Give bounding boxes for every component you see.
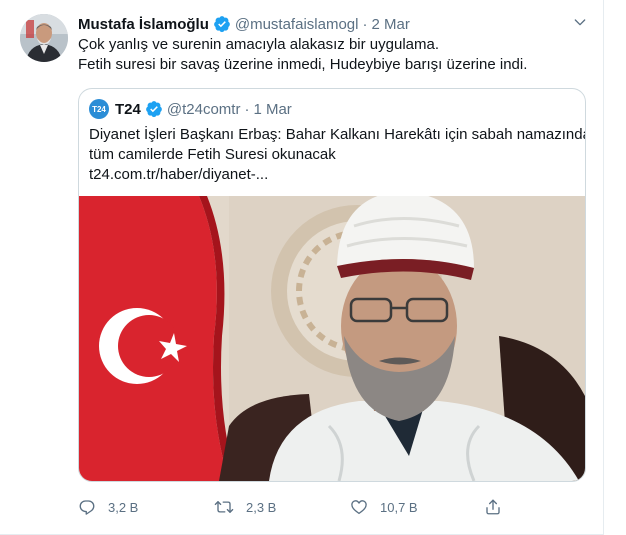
avatar[interactable] [20, 14, 68, 62]
retweet-button[interactable]: 2,3 B [214, 496, 276, 518]
quoted-tweet-text: Diyanet İşleri Başkanı Erbaş: Bahar Kalk… [89, 125, 586, 185]
quoted-avatar[interactable]: T24 [89, 99, 109, 119]
quoted-tweet-card[interactable]: T24 T24 @t24comtr · 1 Mar Diyanet İşleri… [78, 88, 586, 482]
chevron-down-icon[interactable] [570, 12, 590, 32]
photo-illustration [79, 196, 585, 481]
tweet-text-line: Fetih suresi bir savaş üzerine inmedi, H… [78, 56, 528, 73]
verified-badge-icon [213, 15, 231, 33]
quoted-tweet-text-line: tüm camilerde Fetih Suresi okunacak [89, 146, 336, 163]
author-handle[interactable]: @mustafaislamogl [235, 16, 359, 33]
quoted-tweet-header: T24 T24 @t24comtr · 1 Mar [89, 98, 292, 120]
timeline-right-border [603, 0, 604, 535]
quoted-tweet-text-line: Diyanet İşleri Başkanı Erbaş: Bahar Kalk… [89, 126, 586, 143]
tweet-actions-bar: 3,2 B 2,3 B 10,7 B [78, 496, 508, 518]
quoted-author-handle[interactable]: @t24comtr [167, 101, 241, 118]
author-name[interactable]: Mustafa İslamoğlu [78, 16, 209, 33]
tweet-text: Çok yanlış ve surenin amacıyla alakasız … [78, 35, 588, 75]
quoted-author-name[interactable]: T24 [115, 101, 141, 118]
share-button[interactable] [484, 496, 502, 518]
avatar-photo [20, 14, 68, 62]
separator-dot: · [362, 15, 368, 33]
reply-button[interactable]: 3,2 B [78, 496, 138, 518]
verified-badge-icon [145, 100, 163, 118]
tweet-text-line: Çok yanlış ve surenin amacıyla alakasız … [78, 36, 439, 53]
like-button[interactable]: 10,7 B [350, 496, 418, 518]
retweet-count: 2,3 B [246, 499, 277, 515]
tweet-header: Mustafa İslamoğlu @mustafaislamogl · 2 M… [78, 14, 410, 34]
tweet-date[interactable]: 2 Mar [371, 16, 409, 33]
reply-count: 3,2 B [108, 499, 139, 515]
share-icon [484, 498, 502, 516]
quoted-tweet-date[interactable]: 1 Mar [253, 101, 291, 118]
separator-dot: · [244, 100, 250, 118]
retweet-icon [214, 498, 234, 516]
heart-icon [350, 498, 368, 516]
like-count: 10,7 B [380, 499, 418, 515]
reply-icon [78, 498, 96, 516]
quoted-tweet-photo[interactable] [79, 196, 585, 481]
quoted-tweet-link[interactable]: t24.com.tr/haber/diyanet-... [89, 165, 579, 185]
